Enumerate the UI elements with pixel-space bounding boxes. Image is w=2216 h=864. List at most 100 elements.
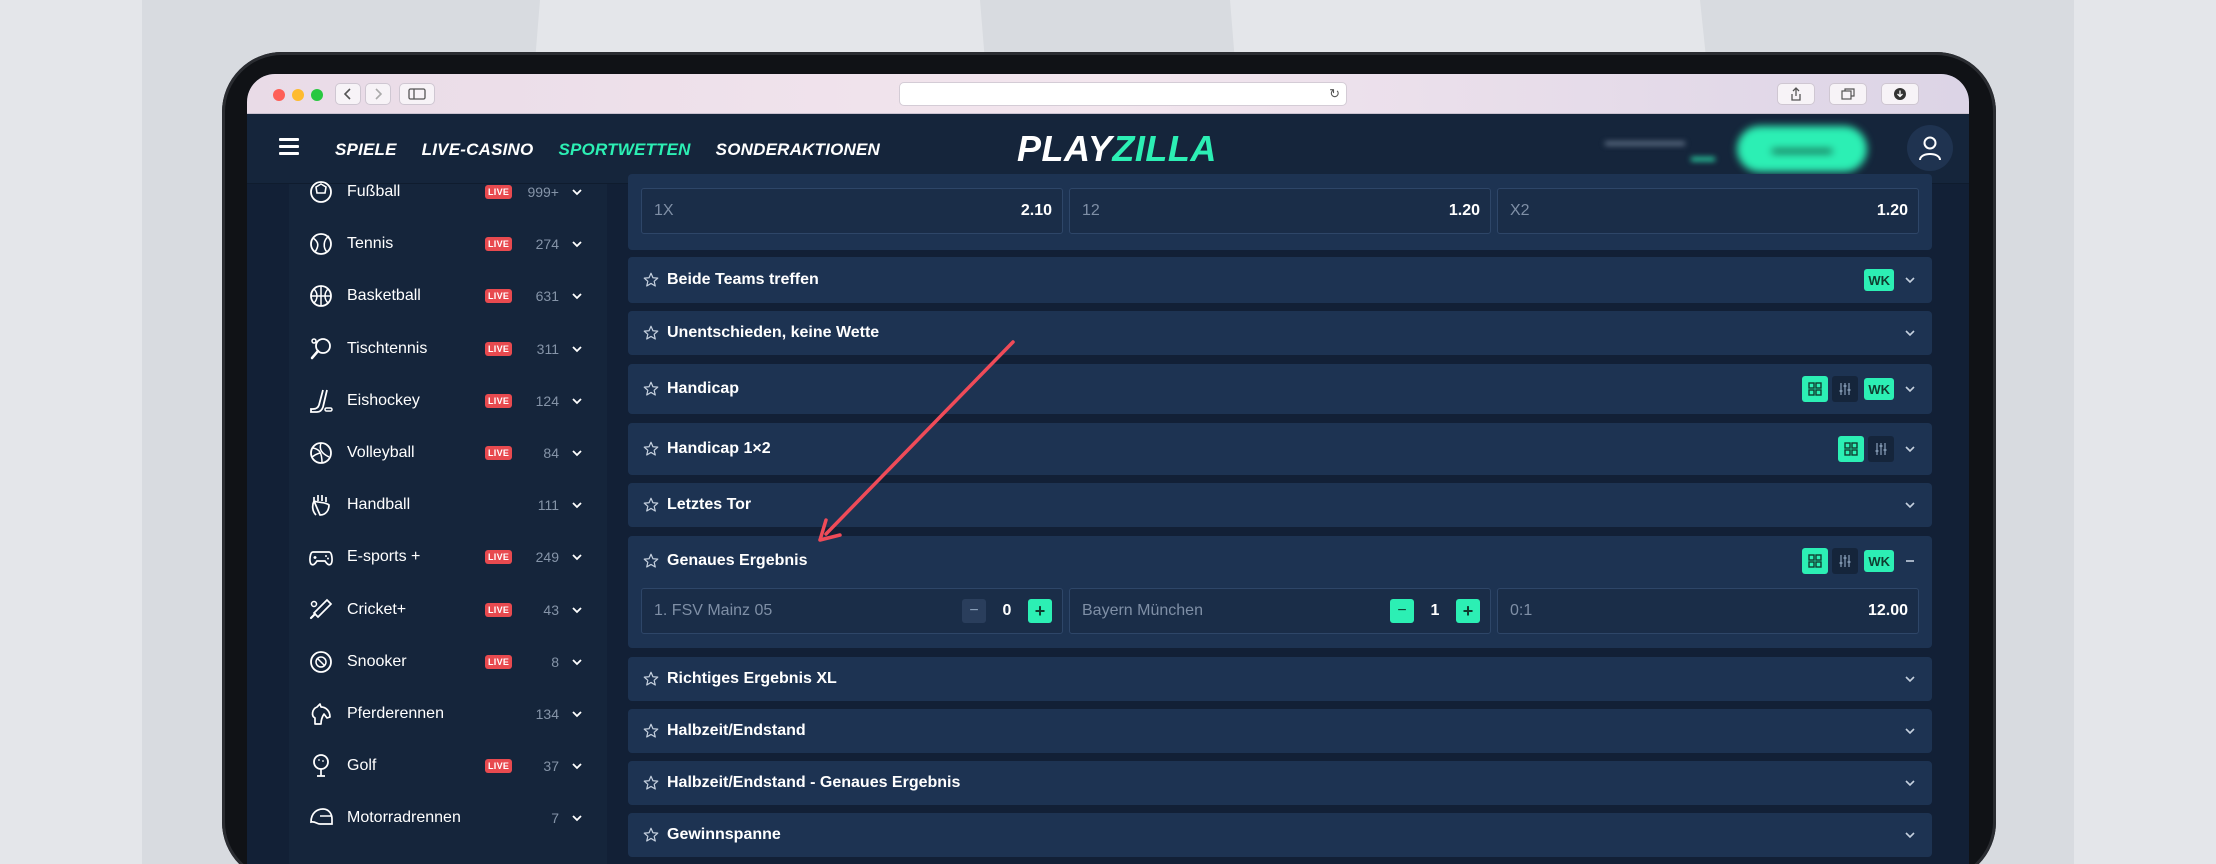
event-count: 631	[535, 288, 559, 305]
grid-view-icon[interactable]	[1802, 548, 1829, 574]
away-team-score-selector: Bayern München − 1 +	[1069, 588, 1491, 634]
close-window-button[interactable]	[273, 89, 285, 101]
market-handicap-1x2[interactable]: Handicap 1×2	[628, 423, 1932, 475]
chevron-down-icon[interactable]	[571, 604, 583, 616]
reload-icon[interactable]: ↻	[1329, 86, 1340, 102]
chevron-down-icon[interactable]	[571, 656, 583, 668]
chevron-down-icon[interactable]	[571, 812, 583, 824]
sidebar-item-label: Cricket+	[347, 600, 407, 618]
chevron-down-icon[interactable]	[571, 290, 583, 302]
minimize-window-button[interactable]	[292, 89, 304, 101]
football-icon	[310, 181, 332, 203]
share-button[interactable]	[1777, 83, 1815, 105]
user-profile-button[interactable]	[1907, 125, 1953, 171]
collapse-icon[interactable]	[1904, 555, 1916, 567]
star-icon[interactable]	[642, 826, 660, 844]
sidebar-item-tennis[interactable]: Tennis LIVE 274	[289, 218, 607, 270]
filter-icon[interactable]	[1832, 376, 1859, 402]
odd-button-exact-score[interactable]: 0:1 12.00	[1497, 588, 1919, 634]
sidebar-item-e-sports[interactable]: E-sports + LIVE 249	[289, 531, 607, 583]
playzilla-logo[interactable]: PLAYZILLA	[1017, 128, 1217, 170]
sidebar-item-eishockey[interactable]: Eishockey LIVE 124	[289, 375, 607, 427]
back-button[interactable]	[335, 83, 361, 105]
address-bar[interactable]: ↻	[899, 82, 1347, 106]
star-icon[interactable]	[642, 774, 660, 792]
chevron-down-icon[interactable]	[1904, 383, 1916, 395]
star-icon[interactable]	[642, 670, 660, 688]
menu-item-sonderaktionen[interactable]: SONDERAKTIONEN	[716, 140, 880, 160]
chevron-down-icon[interactable]	[1904, 725, 1916, 737]
sidebar-item-snooker[interactable]: Snooker LIVE 8	[289, 636, 607, 688]
market-title: Handicap	[667, 380, 740, 397]
menu-item-sportwetten[interactable]: SPORTWETTEN	[558, 140, 690, 160]
sidebar-item-fußball[interactable]: Fußball LIVE 999+	[289, 166, 607, 218]
deposit-button-blurred[interactable]: ▬▬▬▬▬	[1737, 126, 1867, 172]
market-correct-score-xl[interactable]: Richtiges Ergebnis XL	[628, 657, 1932, 701]
odd-button-12[interactable]: 12 1.20	[1069, 188, 1491, 234]
chevron-down-icon[interactable]	[1904, 673, 1916, 685]
sidebar-toggle-button[interactable]	[399, 83, 435, 105]
market-both-teams-score[interactable]: Beide Teams treffen WK	[628, 257, 1932, 303]
chevron-down-icon[interactable]	[571, 708, 583, 720]
star-icon[interactable]	[642, 324, 660, 342]
sidebar-item-pferderennen[interactable]: Pferderennen 134	[289, 688, 607, 740]
odd-button-x2[interactable]: X2 1.20	[1497, 188, 1919, 234]
menu-item-live-casino[interactable]: LIVE-CASINO	[422, 140, 534, 160]
event-count: 311	[536, 340, 559, 357]
away-minus-button[interactable]: −	[1390, 599, 1414, 623]
chevron-down-icon[interactable]	[1904, 829, 1916, 841]
sidebar-item-basketball[interactable]: Basketball LIVE 631	[289, 270, 607, 322]
away-plus-button[interactable]: +	[1456, 599, 1480, 623]
chevron-down-icon[interactable]	[571, 499, 583, 511]
sidebar-item-volleyball[interactable]: Volleyball LIVE 84	[289, 427, 607, 479]
chevron-down-icon[interactable]	[571, 238, 583, 250]
star-icon[interactable]	[642, 552, 660, 570]
chevron-down-icon[interactable]	[1904, 327, 1916, 339]
table-tennis-icon	[310, 337, 331, 359]
menu-item-spiele[interactable]: SPIELE	[335, 140, 397, 160]
home-plus-button[interactable]: +	[1028, 599, 1052, 623]
filter-icon[interactable]	[1832, 548, 1859, 574]
star-icon[interactable]	[642, 380, 660, 398]
chevron-down-icon[interactable]	[1904, 777, 1916, 789]
market-title: Richtiges Ergebnis XL	[667, 670, 837, 687]
market-halftime-fulltime-exact[interactable]: Halbzeit/Endstand - Genaues Ergebnis	[628, 761, 1932, 805]
odd-button-1x[interactable]: 1X 2.10	[641, 188, 1063, 234]
hamburger-menu-icon[interactable]	[279, 138, 299, 156]
sidebar-item-tischtennis[interactable]: Tischtennis LIVE 311	[289, 323, 607, 375]
star-icon[interactable]	[642, 440, 660, 458]
grid-view-icon[interactable]	[1838, 436, 1864, 462]
tabs-button[interactable]	[1829, 83, 1867, 105]
grid-view-icon[interactable]	[1802, 376, 1829, 402]
filter-icon[interactable]	[1868, 436, 1894, 462]
chevron-down-icon[interactable]	[571, 343, 583, 355]
star-icon[interactable]	[642, 722, 660, 740]
chevron-down-icon[interactable]	[1904, 443, 1916, 455]
chevron-down-icon[interactable]	[571, 551, 583, 563]
downloads-button[interactable]	[1881, 83, 1919, 105]
maximize-window-button[interactable]	[311, 89, 323, 101]
market-last-goal[interactable]: Letztes Tor	[628, 483, 1932, 527]
chevron-down-icon[interactable]	[571, 395, 583, 407]
star-icon[interactable]	[642, 271, 660, 289]
forward-button[interactable]	[365, 83, 391, 105]
market-halftime-fulltime[interactable]: Halbzeit/Endstand	[628, 709, 1932, 753]
event-count: 274	[535, 236, 559, 253]
chevron-down-icon[interactable]	[571, 186, 583, 198]
chevron-down-icon[interactable]	[571, 760, 583, 772]
star-icon[interactable]	[642, 496, 660, 514]
sports-sidebar: Fußball LIVE 999+ Tennis LIVE 274 Basketball LI…	[289, 181, 607, 864]
chevron-down-icon[interactable]	[571, 447, 583, 459]
market-handicap[interactable]: Handicap WK	[628, 364, 1932, 414]
market-winning-margin[interactable]: Gewinnspanne	[628, 813, 1932, 857]
sidebar-item-handball[interactable]: Handball 111	[289, 479, 607, 531]
market-draw-no-bet[interactable]: Unentschieden, keine Wette	[628, 311, 1932, 355]
sidebar-item-golf[interactable]: Golf LIVE 37	[289, 740, 607, 792]
market-title: Unentschieden, keine Wette	[667, 324, 880, 341]
chevron-down-icon[interactable]	[1904, 499, 1916, 511]
sidebar-item-motorradrennen[interactable]: Motorradrennen 7	[289, 792, 607, 844]
home-minus-button[interactable]: −	[962, 599, 986, 623]
sidebar-item-cricket[interactable]: Cricket+ LIVE 43	[289, 584, 607, 636]
chevron-down-icon[interactable]	[1904, 274, 1916, 286]
home-goals-value: 0	[1002, 602, 1012, 619]
